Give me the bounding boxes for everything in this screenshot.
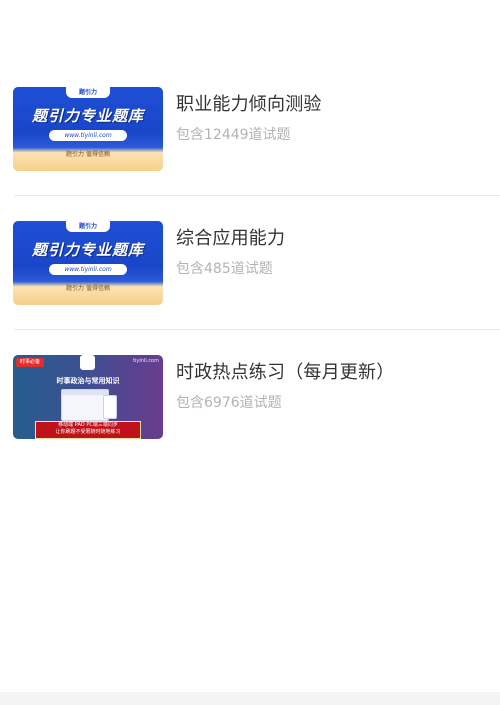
- brand-logo: 题引力: [66, 87, 110, 98]
- item-thumbnail: 时事必备 tiyinli.com 时事政治与常用知识 移动端 PAD PC端三端…: [13, 355, 163, 439]
- list-item[interactable]: 时事必备 tiyinli.com 时事政治与常用知识 移动端 PAD PC端三端…: [0, 330, 500, 464]
- question-bank-page: 题引力 题引力专业题库 www.tiyinli.com 题引力 值得信赖 职业能…: [0, 0, 500, 705]
- brand-badge-icon: [80, 355, 95, 370]
- feature-line-2: 让你刷题不受限随时随地练习: [55, 429, 121, 435]
- item-title: 时政热点练习（每月更新）: [176, 362, 395, 383]
- thumbnail-url: www.tiyinli.com: [49, 264, 127, 275]
- thumbnail-url: www.tiyinli.com: [49, 130, 127, 141]
- feature-line-1: 移动端 PAD PC端三端同步: [58, 422, 118, 428]
- thumbnail-slogan: 题引力 值得信赖: [66, 151, 110, 158]
- item-title: 职业能力倾向测验: [176, 94, 322, 115]
- item-thumbnail: 题引力 题引力专业题库 www.tiyinli.com 题引力 值得信赖: [13, 221, 163, 305]
- desktop-screen-icon: [61, 389, 109, 421]
- thumbnail-headline: 题引力专业题库: [31, 241, 144, 259]
- phone-icon: [103, 395, 117, 419]
- thumbnail-headline: 题引力专业题库: [31, 107, 144, 125]
- list-item[interactable]: 题引力 题引力专业题库 www.tiyinli.com 题引力 值得信赖 职业能…: [0, 62, 500, 196]
- list-item[interactable]: 题引力 题引力专业题库 www.tiyinli.com 题引力 值得信赖 综合应…: [0, 196, 500, 330]
- item-title: 综合应用能力: [176, 228, 286, 249]
- thumbnail-headline: 时事政治与常用知识: [56, 377, 120, 385]
- item-thumbnail: 题引力 题引力专业题库 www.tiyinli.com 题引力 值得信赖: [13, 87, 163, 171]
- thumbnail-slogan: 题引力 值得信赖: [66, 285, 110, 292]
- question-bank-list: 题引力 题引力专业题库 www.tiyinli.com 题引力 值得信赖 职业能…: [0, 62, 500, 464]
- footer-band: [0, 692, 500, 705]
- item-question-count: 包含12449道试题: [176, 127, 291, 143]
- thumbnail-brand: tiyinli.com: [133, 358, 159, 364]
- item-question-count: 包含6976道试题: [176, 395, 282, 411]
- brand-logo: 题引力: [66, 221, 110, 232]
- item-question-count: 包含485道试题: [176, 261, 273, 277]
- thumbnail-tag: 时事必备: [16, 358, 45, 367]
- thumbnail-feature-box: 移动端 PAD PC端三端同步 让你刷题不受限随时随地练习: [35, 421, 141, 439]
